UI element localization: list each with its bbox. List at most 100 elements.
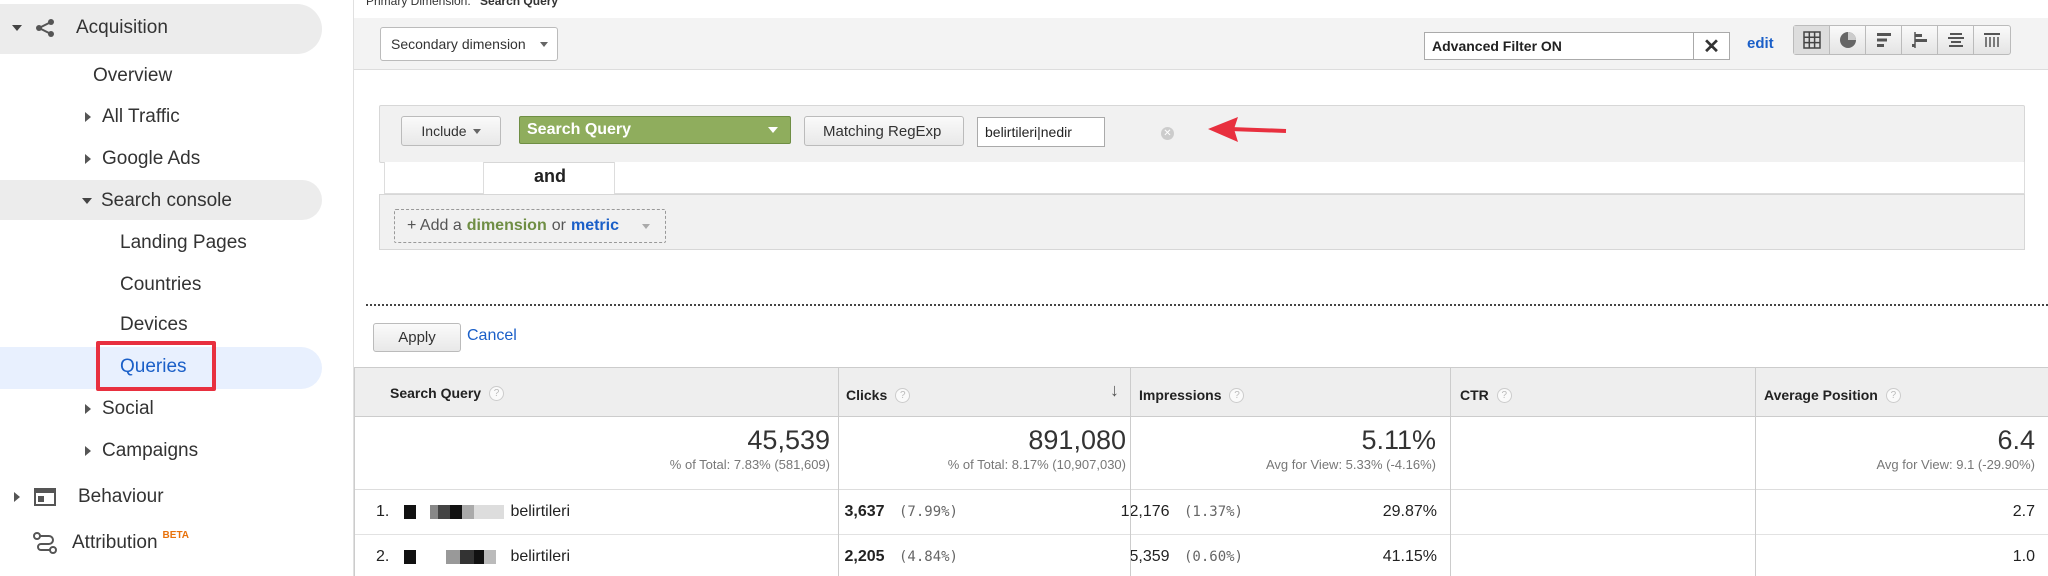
include-label: Include: [421, 123, 467, 139]
sidebar-label-social: Social: [102, 398, 154, 419]
sidebar-label-google-ads: Google Ads: [102, 148, 201, 169]
row-position: 1.0: [2012, 548, 2035, 565]
remove-condition-icon[interactable]: ✕: [1161, 127, 1174, 140]
row-impressions-value: 5,359: [1129, 548, 1170, 565]
row-position: 2.7: [2012, 503, 2035, 520]
row-query[interactable]: belirtileri: [404, 548, 570, 566]
column-divider: [1450, 367, 1451, 576]
col-header-clicks[interactable]: Clicks?: [846, 387, 911, 403]
sidebar-label-attribution: Attribution: [72, 532, 158, 553]
row-query-text: belirtileri: [510, 503, 571, 520]
add-dimension-link[interactable]: dimension: [467, 217, 547, 235]
help-icon[interactable]: ?: [895, 387, 911, 403]
report-toolbar: Secondary dimension Advanced Filter ON ✕…: [354, 18, 2048, 70]
row-impressions-value: 12,176: [1120, 503, 1170, 520]
help-icon[interactable]: ?: [1229, 387, 1245, 403]
sidebar-item-countries[interactable]: Countries: [120, 274, 201, 296]
total-position-sub: Avg for View: 9.1 (-29.90%): [1876, 457, 2036, 472]
include-dropdown[interactable]: Include: [401, 116, 501, 146]
apply-label: Apply: [398, 329, 436, 346]
row-clicks: 2,205 (4.84%): [844, 548, 958, 566]
row-impressions-pct: (0.60%): [1183, 549, 1243, 565]
filter-value-input[interactable]: belirtileri|nedir: [977, 117, 1105, 147]
advanced-filter-field[interactable]: Advanced Filter ON ✕: [1424, 32, 1730, 60]
pie-view-icon[interactable]: [1830, 26, 1866, 54]
row-clicks: 3,637 (7.99%): [844, 503, 958, 521]
total-clicks-value: 45,539: [747, 425, 830, 455]
sidebar-label-devices: Devices: [120, 314, 188, 335]
sidebar-label-campaigns: Campaigns: [102, 440, 199, 461]
col-header-average-position[interactable]: Average Position?: [1764, 387, 1901, 403]
total-ctr-value: 5.11%: [1361, 425, 1436, 455]
column-divider: [354, 367, 355, 576]
chevron-down-icon: [642, 223, 650, 229]
table-row: 1. belirtileri 3,637 (7.99%) 12,176 (1.3…: [354, 490, 2048, 535]
caret-right-icon: [85, 404, 91, 414]
total-ctr: 5.11% Avg for View: 5.33% (-4.16%): [1136, 425, 1436, 472]
row-clicks-pct: (4.84%): [898, 549, 958, 565]
sidebar-label-acquisition: Acquisition: [76, 17, 168, 38]
dimension-dropdown[interactable]: Search Query: [519, 116, 791, 144]
col-header-ctr[interactable]: CTR?: [1460, 387, 1512, 403]
column-divider: [1130, 367, 1131, 576]
caret-right-icon: [14, 492, 20, 502]
secondary-dimension-dropdown[interactable]: Secondary dimension: [380, 27, 558, 61]
sidebar-item-devices[interactable]: Devices: [120, 314, 188, 336]
sidebar-item-overview[interactable]: Overview: [93, 65, 172, 87]
row-query-text: belirtileri: [510, 548, 571, 565]
col-label: Clicks: [846, 387, 888, 403]
filter-value-text: belirtileri|nedir: [985, 124, 1072, 140]
sidebar-item-behaviour[interactable]: Behaviour: [14, 486, 164, 508]
sidebar-label-overview: Overview: [93, 65, 173, 86]
caret-right-icon: [85, 112, 91, 122]
primary-dimension-label: Primary Dimension:: [366, 0, 471, 8]
apply-button[interactable]: Apply: [373, 323, 461, 352]
total-impressions-value: 891,080: [1028, 425, 1126, 455]
sidebar-item-campaigns[interactable]: Campaigns: [85, 440, 198, 462]
primary-dimension: Primary Dimension: Search Query: [366, 0, 558, 8]
add-dimension-or-metric[interactable]: + Add a dimension or metric: [394, 209, 666, 243]
term-cloud-view-icon[interactable]: [1938, 26, 1974, 54]
help-icon[interactable]: ?: [1885, 387, 1901, 403]
total-position: 6.4 Avg for View: 9.1 (-29.90%): [1735, 425, 2036, 472]
sidebar-item-landing-pages[interactable]: Landing Pages: [120, 232, 247, 254]
row-query[interactable]: belirtileri: [404, 503, 570, 521]
sidebar-item-all-traffic[interactable]: All Traffic: [85, 106, 180, 128]
col-header-impressions[interactable]: Impressions?: [1139, 387, 1245, 403]
match-type-dropdown[interactable]: Matching RegExp: [804, 116, 964, 146]
caret-down-icon: [12, 25, 22, 31]
totals-row: 45,539 % of Total: 7.83% (581,609) 891,0…: [354, 417, 2048, 490]
sidebar-item-google-ads[interactable]: Google Ads: [85, 148, 200, 170]
col-label: Search Query: [390, 385, 482, 401]
secondary-dimension-label: Secondary dimension: [391, 36, 526, 52]
chevron-down-icon: [472, 128, 481, 134]
sidebar-label-queries: Queries: [120, 356, 187, 377]
chevron-down-icon: [539, 41, 548, 47]
sidebar: Acquisition Overview All Traffic Google …: [0, 0, 354, 576]
table-row: 2. belirtileri 2,205 (4.84%) 5,359 (0.60…: [354, 535, 2048, 576]
sidebar-item-queries[interactable]: Queries: [120, 356, 187, 378]
match-type-label: Matching RegExp: [823, 122, 942, 140]
pivot-view-icon[interactable]: [1974, 26, 2010, 54]
add-metric-link[interactable]: metric: [571, 217, 619, 235]
row-clicks-value: 2,205: [844, 548, 885, 565]
filter-condition-row: Include Search Query Matching RegExp bel…: [379, 105, 2025, 163]
close-icon[interactable]: ✕: [1693, 33, 1729, 59]
bar-view-icon[interactable]: [1866, 26, 1902, 54]
col-header-search-query[interactable]: Search Query?: [390, 385, 505, 401]
sort-down-arrow-icon[interactable]: ↓: [1110, 380, 1119, 401]
sidebar-label-landing-pages: Landing Pages: [120, 232, 247, 253]
comparison-view-icon[interactable]: [1902, 26, 1938, 54]
row-index: 2.: [376, 548, 390, 565]
cancel-link[interactable]: Cancel: [467, 327, 517, 345]
add-prefix: + Add a: [407, 217, 462, 234]
row-index: 1.: [376, 503, 390, 520]
help-icon[interactable]: ?: [1496, 387, 1512, 403]
sidebar-item-acquisition[interactable]: Acquisition: [12, 17, 168, 39]
table-view-icon[interactable]: [1794, 26, 1830, 54]
sidebar-item-attribution[interactable]: Attribution BETA: [32, 530, 189, 554]
sidebar-item-search-console[interactable]: Search console: [82, 190, 232, 212]
help-icon[interactable]: ?: [489, 385, 505, 401]
edit-filter-link[interactable]: edit: [1747, 35, 1774, 52]
sidebar-item-social[interactable]: Social: [85, 398, 154, 420]
